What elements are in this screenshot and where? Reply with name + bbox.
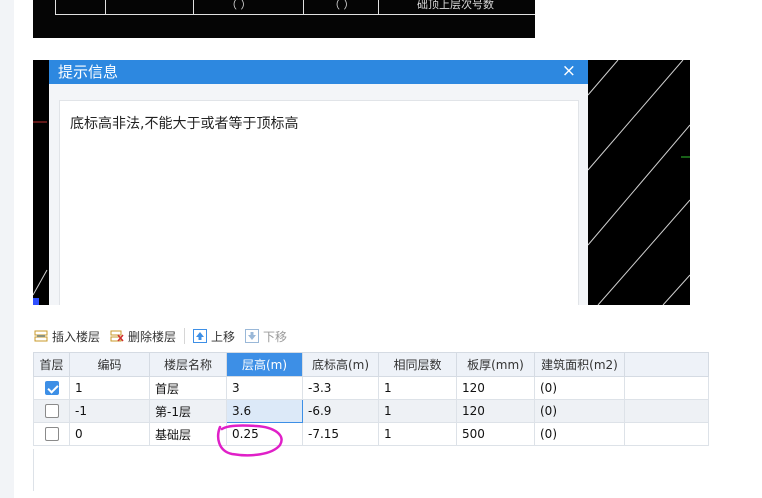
dialog-body: 底标高非法,不能大于或者等于顶标高 — [59, 100, 579, 305]
message-dialog: 提示信息 × 底标高非法,不能大于或者等于顶标高 — [49, 60, 588, 305]
column-header[interactable]: 相同层数 — [378, 352, 457, 377]
cad-line — [105, 0, 106, 14]
bottom-elevation-cell[interactable]: -6.9 — [302, 399, 379, 423]
delete-floor-label: 删除楼层 — [128, 329, 177, 344]
insert-floor-icon — [34, 329, 48, 343]
cad-line — [378, 0, 379, 14]
move-up-label: 上移 — [211, 329, 236, 344]
cad-text: （ ） — [226, 0, 252, 11]
move-up-icon — [193, 329, 208, 343]
code-cell[interactable]: 0 — [69, 422, 150, 446]
cad-line — [55, 0, 56, 14]
cad-text: （ ） — [329, 0, 355, 11]
cad-text: 础顶上层次号数 — [417, 0, 494, 11]
table-row[interactable]: 0 基础层 0.25 -7.15 1 500 (0) — [33, 422, 709, 446]
slab-thickness-cell[interactable]: 120 — [456, 399, 535, 423]
cad-viewport-top: （ ） （ ） 础顶上层次号数 — [33, 0, 535, 38]
insert-floor-label: 插入楼层 — [52, 329, 101, 344]
empty-cell — [624, 422, 709, 446]
floor-area-cell[interactable]: (0) — [534, 399, 625, 423]
slab-thickness-cell[interactable]: 500 — [456, 422, 535, 446]
table-row[interactable]: 1 首层 3 -3.3 1 120 (0) — [33, 376, 709, 400]
table-row[interactable]: -1 第-1层 3.6 -6.9 1 120 (0) — [33, 399, 709, 423]
empty-cell — [624, 376, 709, 400]
column-header-empty — [624, 352, 709, 377]
first-floor-cell[interactable] — [33, 422, 70, 446]
dialog-title: 提示信息 — [58, 63, 119, 81]
column-header[interactable]: 编码 — [69, 352, 150, 377]
floor-name-cell[interactable]: 首层 — [149, 376, 227, 400]
bottom-elevation-cell[interactable]: -3.3 — [302, 376, 379, 400]
first-floor-checkbox[interactable] — [44, 381, 59, 396]
floor-area-cell[interactable]: (0) — [534, 376, 625, 400]
toolbar-divider — [184, 328, 186, 344]
table-left-border — [33, 449, 34, 491]
column-header[interactable]: 楼层名称 — [149, 352, 227, 377]
empty-cell — [624, 399, 709, 423]
slab-thickness-cell[interactable]: 120 — [456, 376, 535, 400]
floor-table: 首层 编码 楼层名称 层高(m) 底标高(m) 相同层数 板厚(mm) 建筑面积… — [33, 352, 709, 446]
move-down-label: 下移 — [263, 329, 288, 344]
column-header[interactable]: 板厚(mm) — [456, 352, 535, 377]
close-icon[interactable]: × — [562, 60, 576, 82]
floor-height-cell[interactable]: 3 — [226, 376, 303, 400]
code-cell[interactable]: 1 — [69, 376, 150, 400]
column-header[interactable]: 首层 — [33, 352, 70, 377]
table-header-row: 首层 编码 楼层名称 层高(m) 底标高(m) 相同层数 板厚(mm) 建筑面积… — [33, 352, 709, 377]
move-up-button[interactable]: 上移 — [193, 328, 235, 345]
same-floors-cell[interactable]: 1 — [378, 422, 457, 446]
same-floors-cell[interactable]: 1 — [378, 376, 457, 400]
cad-line — [303, 0, 304, 14]
annotation-circle — [216, 424, 283, 457]
move-down-button[interactable]: 下移 — [245, 328, 287, 345]
first-floor-cell[interactable] — [33, 376, 70, 400]
first-floor-checkbox[interactable] — [44, 427, 59, 442]
dialog-title-bar[interactable]: 提示信息 × — [49, 60, 588, 84]
column-header[interactable]: 建筑面积(m2) — [534, 352, 625, 377]
move-down-icon — [245, 329, 260, 343]
dialog-message: 底标高非法,不能大于或者等于顶标高 — [70, 116, 299, 132]
bottom-elevation-cell[interactable]: -7.15 — [302, 422, 379, 446]
insert-floor-button[interactable]: 插入楼层 — [34, 328, 100, 345]
cad-line — [55, 14, 535, 15]
first-floor-cell[interactable] — [33, 399, 70, 423]
cad-line — [193, 0, 194, 14]
floor-toolbar: 插入楼层 删除楼层 上移 下移 — [34, 324, 297, 348]
column-header[interactable]: 底标高(m) — [302, 352, 379, 377]
same-floors-cell[interactable]: 1 — [378, 399, 457, 423]
delete-floor-button[interactable]: 删除楼层 — [110, 328, 176, 345]
column-header[interactable]: 层高(m) — [226, 352, 303, 377]
code-cell[interactable]: -1 — [69, 399, 150, 423]
delete-floor-icon — [110, 329, 124, 343]
left-margin — [0, 0, 14, 498]
first-floor-checkbox[interactable] — [44, 404, 59, 419]
floor-area-cell[interactable]: (0) — [534, 422, 625, 446]
